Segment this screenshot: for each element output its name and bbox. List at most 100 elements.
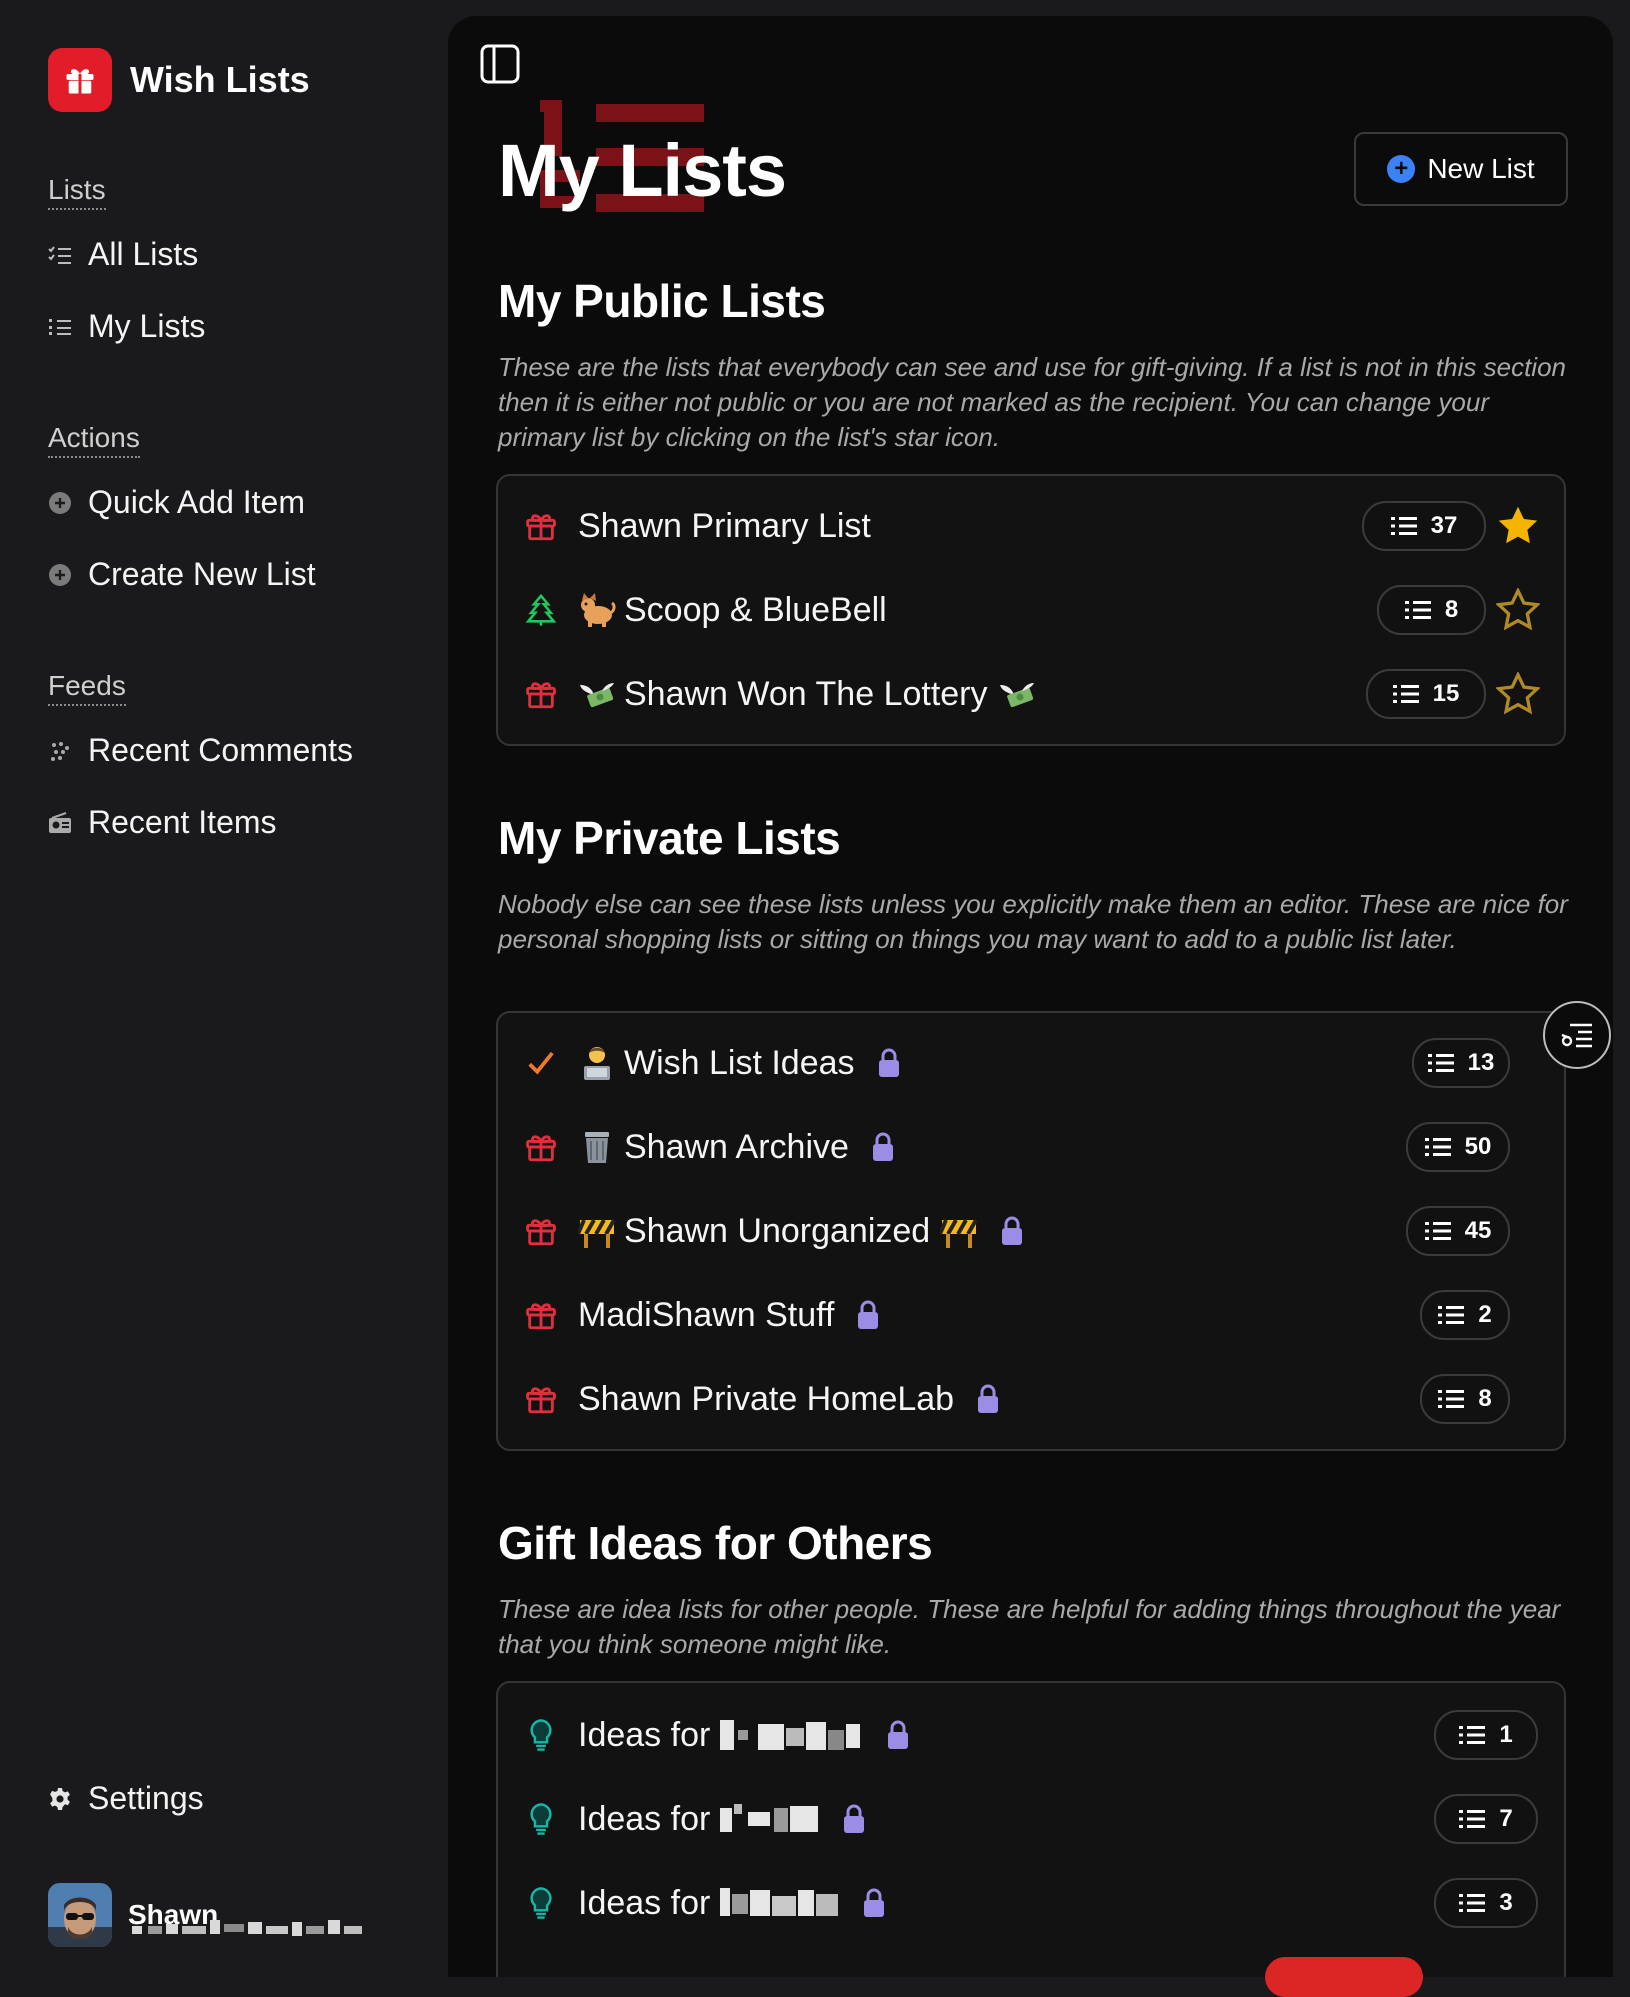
list-row[interactable]: Shawn Archive 50 bbox=[498, 1107, 1564, 1187]
item-count: 13 bbox=[1467, 1049, 1495, 1076]
nav-group-actions-title: Actions bbox=[48, 422, 140, 458]
lightbulb-icon bbox=[524, 1718, 558, 1752]
list-row[interactable]: Shawn Primary List 37 bbox=[498, 486, 1564, 566]
list-row[interactable]: Ideas for 1 bbox=[498, 1695, 1564, 1775]
item-count: 8 bbox=[1444, 596, 1459, 623]
list-name: Ideas for bbox=[578, 1883, 711, 1922]
star-filled-icon[interactable] bbox=[1496, 504, 1540, 548]
list-name-wrap: Shawn Archive bbox=[578, 1128, 895, 1167]
gift-icon bbox=[524, 677, 558, 711]
item-count-badge[interactable]: 7 bbox=[1434, 1794, 1538, 1844]
person-laptop-emoji-icon bbox=[584, 1047, 610, 1080]
nav-group-lists-title: Lists bbox=[48, 174, 106, 210]
item-count-badge[interactable]: 37 bbox=[1362, 501, 1486, 551]
sidebar-item-recent-items[interactable]: Recent Items bbox=[48, 804, 277, 841]
gift-icon bbox=[48, 48, 112, 112]
list-row[interactable]: Wish List Ideas 13 bbox=[498, 1023, 1564, 1103]
sidebar-item-settings[interactable]: Settings bbox=[48, 1780, 204, 1817]
filter-list-button[interactable] bbox=[1543, 1001, 1611, 1069]
item-count-badge[interactable]: 8 bbox=[1420, 1374, 1510, 1424]
lock-icon bbox=[844, 1804, 865, 1833]
item-count: 8 bbox=[1478, 1385, 1492, 1412]
list-row[interactable]: MadiShawn Stuff 2 bbox=[498, 1275, 1564, 1355]
check-icon bbox=[524, 1046, 558, 1080]
lightbulb-icon bbox=[524, 1886, 558, 1920]
sidebar-item-my-lists[interactable]: My Lists bbox=[48, 308, 205, 345]
list-row[interactable]: Shawn Won The Lottery 15 bbox=[498, 654, 1564, 734]
gift-icon bbox=[524, 1214, 558, 1248]
public-lists-description: These are the lists that everybody can s… bbox=[498, 352, 1566, 452]
item-count-badge[interactable]: 8 bbox=[1377, 585, 1486, 635]
lock-icon bbox=[864, 1888, 885, 1917]
filter-icon bbox=[1561, 1023, 1592, 1048]
list-name: MadiShawn Stuff bbox=[578, 1295, 835, 1334]
list-row[interactable]: Shawn Private HomeLab 8 bbox=[498, 1359, 1564, 1439]
sidebar-item-create-new-list[interactable]: Create New List bbox=[48, 556, 316, 593]
list-icon bbox=[1424, 1138, 1451, 1156]
star-outline-icon[interactable] bbox=[1496, 672, 1540, 716]
item-count: 2 bbox=[1478, 1301, 1492, 1328]
new-list-label: New List bbox=[1427, 153, 1535, 184]
plus-circle-icon bbox=[48, 491, 72, 515]
star-outline-icon[interactable] bbox=[1496, 588, 1540, 632]
list-row[interactable]: Ideas for 3 bbox=[498, 1863, 1564, 1943]
sidebar-item-label: All Lists bbox=[88, 236, 199, 272]
list-icon bbox=[1438, 1306, 1465, 1324]
notification-badge[interactable] bbox=[1265, 1957, 1423, 1997]
list-icon bbox=[1459, 1810, 1486, 1828]
plus-icon: + bbox=[1387, 155, 1416, 183]
item-count-badge[interactable]: 13 bbox=[1412, 1038, 1510, 1088]
list-name-wrap: Ideas for bbox=[578, 1716, 910, 1755]
item-count-badge[interactable]: 3 bbox=[1434, 1878, 1538, 1928]
sidebar-item-label: Settings bbox=[88, 1780, 204, 1816]
gift-ideas-description: These are idea lists for other people. T… bbox=[498, 1594, 1561, 1659]
item-count-badge[interactable]: 50 bbox=[1406, 1122, 1510, 1172]
new-list-button[interactable]: + New List bbox=[1354, 132, 1568, 206]
item-count: 45 bbox=[1464, 1217, 1492, 1244]
gift-icon bbox=[524, 509, 558, 543]
item-count-badge[interactable]: 2 bbox=[1420, 1290, 1510, 1340]
list-name: Ideas for bbox=[578, 1799, 711, 1838]
item-count-badge[interactable]: 45 bbox=[1406, 1206, 1510, 1256]
redacted-name bbox=[720, 1720, 861, 1750]
avatar bbox=[48, 1883, 112, 1947]
list-icon bbox=[1390, 517, 1417, 535]
list-name-wrap: Wish List Ideas bbox=[578, 1044, 901, 1083]
brand[interactable]: Wish Lists bbox=[48, 48, 310, 112]
sidebar-item-all-lists[interactable]: All Lists bbox=[48, 236, 198, 273]
list-icon bbox=[1424, 1222, 1451, 1240]
sidebar: Wish Lists Lists All Lists My Lists Acti… bbox=[0, 0, 448, 1977]
list-name: Wish List Ideas bbox=[624, 1043, 855, 1082]
lightbulb-icon bbox=[524, 1802, 558, 1836]
list-name: Ideas for bbox=[578, 1715, 711, 1754]
list-row[interactable]: Shawn Unorganized 45 bbox=[498, 1191, 1564, 1271]
checklist-icon bbox=[48, 243, 72, 267]
nav-group-feeds-title: Feeds bbox=[48, 670, 126, 706]
gift-ideas-title: Gift Ideas for Others bbox=[498, 1517, 933, 1569]
private-lists-title: My Private Lists bbox=[498, 812, 841, 864]
sidebar-toggle-icon[interactable] bbox=[480, 44, 520, 84]
list-icon bbox=[1459, 1894, 1486, 1912]
gift-ideas-card: Ideas for 1 Ideas for 7 Ideas for 3 bbox=[496, 1681, 1566, 1977]
item-count: 3 bbox=[1499, 1889, 1513, 1916]
item-count: 50 bbox=[1464, 1133, 1492, 1160]
gift-icon bbox=[524, 1382, 558, 1416]
list-name-wrap: Ideas for bbox=[578, 1800, 866, 1839]
redacted-email bbox=[132, 1920, 362, 1936]
main-panel: My Lists + New List My Public Lists Thes… bbox=[448, 16, 1613, 1977]
list-row[interactable]: Ideas for 7 bbox=[498, 1779, 1564, 1859]
page-title: My Lists bbox=[498, 129, 787, 212]
item-count-badge[interactable]: 15 bbox=[1366, 669, 1486, 719]
construction-emoji-icon bbox=[578, 1219, 616, 1248]
item-count-badge[interactable]: 1 bbox=[1434, 1710, 1538, 1760]
list-icon bbox=[1438, 1390, 1465, 1408]
cat-emoji-icon bbox=[581, 593, 616, 627]
list-row[interactable]: Scoop & BlueBell 8 bbox=[498, 570, 1564, 650]
sidebar-item-quick-add-item[interactable]: Quick Add Item bbox=[48, 484, 305, 521]
sidebar-item-label: Quick Add Item bbox=[88, 484, 305, 520]
sidebar-item-recent-comments[interactable]: Recent Comments bbox=[48, 732, 353, 769]
app-title: Wish Lists bbox=[130, 59, 310, 100]
comments-icon bbox=[48, 739, 72, 763]
sidebar-item-label: My Lists bbox=[88, 308, 206, 344]
list-icon bbox=[1459, 1726, 1486, 1744]
